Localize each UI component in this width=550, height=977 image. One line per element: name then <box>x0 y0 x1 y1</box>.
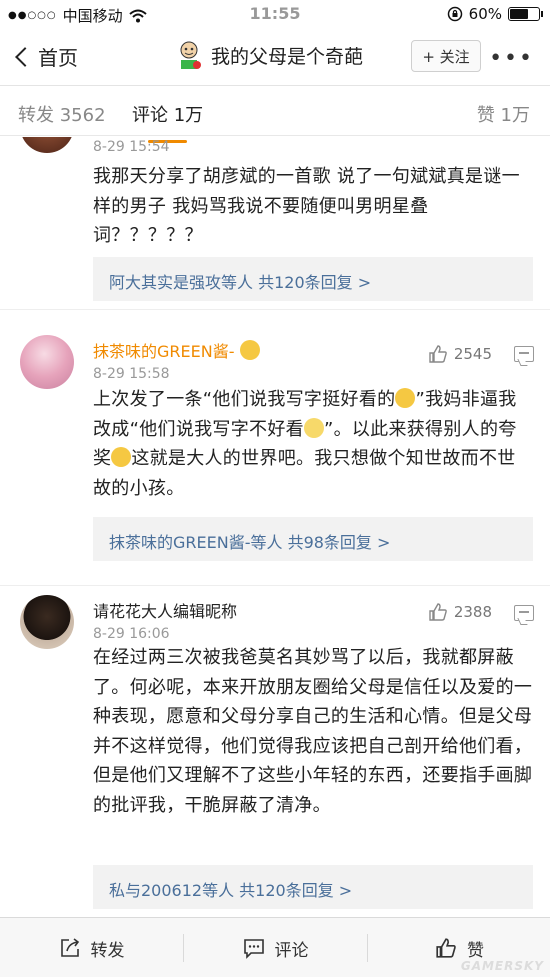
replies-link[interactable]: 抹茶味的GREEN酱-等人 共98条回复 > <box>93 517 533 561</box>
repost-label: 转发 <box>90 940 125 961</box>
comment-item: 抹茶味的GREEN酱- 8-29 15:58 2545 上次发了一条“他们说我写… <box>0 323 550 563</box>
tab-bar: 转发 3562 评论 1万 赞 1万 <box>0 86 550 143</box>
page-title: 我的父母是个奇葩 <box>211 45 364 68</box>
comment-time: 8-29 15:58 <box>93 366 170 382</box>
avatar[interactable] <box>20 335 74 389</box>
battery-icon <box>508 7 543 21</box>
watermark: GAMERSKY <box>460 959 544 973</box>
follow-button[interactable]: + 关注 <box>411 40 481 72</box>
comment-author[interactable]: 抹茶味的GREEN酱- <box>93 338 260 362</box>
nav-bar: 首页 我的父母是个奇葩 + 关注 ••• <box>0 28 550 86</box>
group-avatar-icon <box>180 41 201 69</box>
comment-body-part: 上次发了一条“他们说我写字挺好看的 <box>93 389 396 410</box>
comment-label: 评论 <box>274 940 309 961</box>
thumbs-up-icon <box>436 938 456 958</box>
comment-icon <box>243 939 264 959</box>
tab-likes[interactable]: 赞 1万 <box>477 101 530 127</box>
crying-emoji-icon <box>303 417 324 438</box>
tab-repost[interactable]: 转发 3562 <box>18 101 106 127</box>
replies-link[interactable]: 私与200612等人 共120条回复 > <box>93 865 533 909</box>
comment-body: 在经过两三次被我爸莫名其妙骂了以后，我就都屏蔽了。何必呢，本来开放朋友圈给父母是… <box>93 647 533 816</box>
reply-icon[interactable] <box>514 346 534 362</box>
like-button[interactable]: 2545 <box>428 344 492 364</box>
heart-eyes-emoji-icon <box>239 340 260 360</box>
back-button[interactable]: 首页 <box>14 42 78 71</box>
back-label: 首页 <box>38 46 78 70</box>
comment-button[interactable]: 评论 <box>184 918 367 977</box>
avatar[interactable] <box>20 595 74 649</box>
status-bar: ●●○○○ 中国移动 11:55 60% <box>0 0 550 28</box>
divider <box>0 309 550 310</box>
comment-author[interactable]: 请花花大人编辑昵称 <box>93 598 237 622</box>
comment-list[interactable]: 8-29 15:54 我那天分享了胡彦斌的一首歌 说了一句斌斌真是谜一样的男子 … <box>0 137 550 917</box>
comment-item: 请花花大人编辑昵称 8-29 16:06 2388 在经过两三次被我爸莫名其妙骂… <box>0 585 550 917</box>
comment-author-name: 抹茶味的GREEN酱- <box>93 342 235 361</box>
more-icon[interactable]: ••• <box>489 46 534 71</box>
thinking-emoji-icon <box>395 388 416 408</box>
orientation-lock-icon <box>447 6 462 22</box>
like-count: 2545 <box>453 345 492 363</box>
tab-comments-label: 评论 1万 <box>132 105 204 126</box>
bottom-action-bar: 转发 评论 赞 GAMERSKY <box>0 917 550 977</box>
repost-button[interactable]: 转发 <box>0 918 183 977</box>
replies-link[interactable]: 阿大其实是强攻等人 共120条回复 > <box>93 257 533 301</box>
comment-body: 我那天分享了胡彦斌的一首歌 说了一句斌斌真是谜一样的男子 我妈骂我说不要随便叫男… <box>93 166 520 246</box>
avatar[interactable] <box>20 137 74 153</box>
repost-icon <box>60 938 79 957</box>
battery-percent: 60% <box>468 5 502 23</box>
comment-body: 上次发了一条“他们说我写字挺好看的 ”我妈非逼我改成“他们说我写字不好看 ”。以此来… <box>93 385 533 503</box>
comment-time: 8-29 15:54 <box>93 139 170 155</box>
comment-time: 8-29 16:06 <box>93 626 170 642</box>
chevron-left-icon <box>15 46 35 67</box>
page-title-group: 我的父母是个奇葩 <box>175 40 363 70</box>
comment-body-part: 这就是大人的世界吧。我只想做个知世故而不世故的小孩。 <box>93 448 516 499</box>
like-button[interactable]: 2388 <box>428 602 492 622</box>
thumbs-up-icon <box>429 345 447 363</box>
smile-emoji-icon <box>111 447 132 467</box>
thumbs-up-icon <box>429 603 447 621</box>
like-label: 赞 <box>467 940 484 961</box>
tab-comments[interactable]: 评论 1万 <box>132 101 204 143</box>
reply-icon[interactable] <box>514 605 534 621</box>
like-count: 2388 <box>453 603 492 621</box>
